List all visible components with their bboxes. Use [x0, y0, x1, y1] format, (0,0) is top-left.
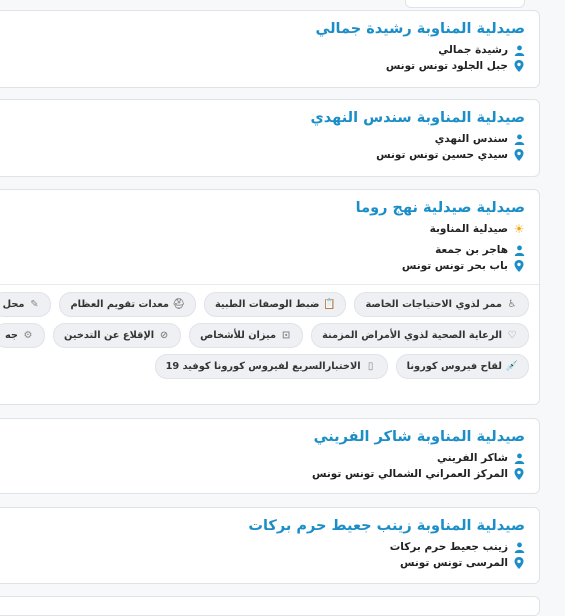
wheelchair-icon: ♿: [507, 299, 517, 310]
service-chip[interactable]: ▯ الاختبارالسريع لفيروس كورونا كوفيد 19: [154, 354, 388, 379]
pharmacy-card[interactable]: صيدلية المناوبة سندس النهدي سندس النهدي …: [0, 99, 540, 177]
owner-line: رشيدة جمالي: [0, 42, 525, 58]
owner-name: سندس النهدي: [434, 133, 508, 145]
service-chip[interactable]: ♿ ممر لذوي الاحتياجات الخاصة: [354, 292, 529, 317]
address-line: سيدي حسين تونس تونس: [0, 147, 525, 163]
device-icon: ⚙: [23, 330, 33, 341]
pharmacy-card[interactable]: صيدلية صيدلية نهج روما ☀ صيدلية المناوبة…: [0, 189, 540, 405]
service-chip[interactable]: ♡ الرعاية الصحية لذوي الأمراض المزمنة: [311, 323, 529, 348]
pharmacy-title[interactable]: صيدلية المناوبة شاكر الفريني: [0, 427, 525, 447]
owner-name: شاكر الفريني: [436, 452, 508, 464]
person-icon: [513, 541, 525, 553]
owner-line: زينب جعيط حرم بركات: [0, 539, 525, 555]
owner-line: شاكر الفريني: [0, 450, 525, 466]
address-text: المرسى تونس تونس: [400, 557, 508, 569]
service-chip[interactable]: ⊡ ميزان للأشخاص: [189, 323, 304, 348]
person-icon: [513, 244, 525, 256]
map-pin-icon: [513, 60, 525, 72]
person-icon: [513, 452, 525, 464]
service-chip[interactable]: 💉 لقاح فيروس كورونا: [395, 354, 529, 379]
pharmacy-card[interactable]: صيدلية المناوبة شاكر الفريني شاكر الفرين…: [0, 418, 540, 494]
address-line: المرسى تونس تونس: [0, 555, 525, 571]
map-pin-icon: [513, 260, 525, 272]
orthopedic-icon: ⛑: [172, 299, 185, 310]
scale-icon: ⊡: [281, 330, 291, 341]
pharmacy-title[interactable]: صيدلية المناوبة رشيدة جمالي: [0, 19, 525, 39]
map-pin-icon: [513, 468, 525, 480]
address-text: سيدي حسين تونس تونس: [376, 149, 508, 161]
map-pin-icon: [513, 557, 525, 569]
heart-icon: ♡: [507, 330, 517, 341]
address-line: باب بحر تونس تونس: [0, 258, 525, 274]
service-chip[interactable]: 📋 ضبط الوصفات الطبية: [203, 292, 347, 317]
address-line: جبل الجلود تونس تونس: [0, 58, 525, 74]
owner-name: زينب جعيط حرم بركات: [389, 541, 508, 553]
sun-icon: ☀: [513, 222, 525, 236]
pharmacy-title[interactable]: صيدلية المناوبة زينب جعيط حرم بركات: [0, 516, 525, 536]
owner-line: سندس النهدي: [0, 131, 525, 147]
card-edge-bottom: [0, 596, 540, 616]
card-edge-top: [405, 0, 525, 8]
service-chip[interactable]: ⊘ الإقلاع عن التدخين: [53, 323, 182, 348]
status-line: ☀ صيدلية المناوبة: [0, 221, 525, 237]
owner-line: هاجر بن جمعة: [0, 242, 525, 258]
status-text: صيدلية المناوبة: [429, 223, 508, 235]
address-text: المركز العمراني الشمالي تونس تونس: [312, 468, 508, 480]
address-text: جبل الجلود تونس تونس: [385, 60, 508, 72]
pharmacy-title[interactable]: صيدلية المناوبة سندس النهدي: [0, 108, 526, 128]
services-list: ♿ ممر لذوي الاحتياجات الخاصة 📋 ضبط الوصفات…: [0, 284, 539, 392]
pharmacy-card[interactable]: صيدلية المناوبة زينب جعيط حرم بركات زينب…: [0, 507, 540, 584]
address-line: المركز العمراني الشمالي تونس تونس: [0, 466, 525, 482]
owner-name: هاجر بن جمعة: [435, 244, 508, 256]
service-chip[interactable]: ✎ محل: [0, 292, 52, 317]
pharmacy-title[interactable]: صيدلية صيدلية نهج روما: [0, 198, 525, 218]
prescription-icon: 📋: [323, 299, 336, 310]
test-kit-icon: ▯: [367, 361, 374, 372]
no-smoking-icon: ⊘: [159, 330, 169, 341]
address-text: باب بحر تونس تونس: [401, 260, 508, 272]
person-icon: [513, 44, 525, 56]
owner-name: رشيدة جمالي: [438, 44, 508, 56]
service-chip[interactable]: ⚙ جه: [0, 323, 45, 348]
pencil-icon: ✎: [30, 299, 39, 310]
service-chip[interactable]: ⛑ معدات تقويم العظام: [59, 292, 196, 317]
map-pin-icon: [513, 149, 525, 161]
vaccine-icon: 💉: [505, 361, 518, 372]
pharmacy-card[interactable]: صيدلية المناوبة رشيدة جمالي رشيدة جمالي …: [0, 10, 540, 88]
person-icon: [513, 133, 525, 145]
